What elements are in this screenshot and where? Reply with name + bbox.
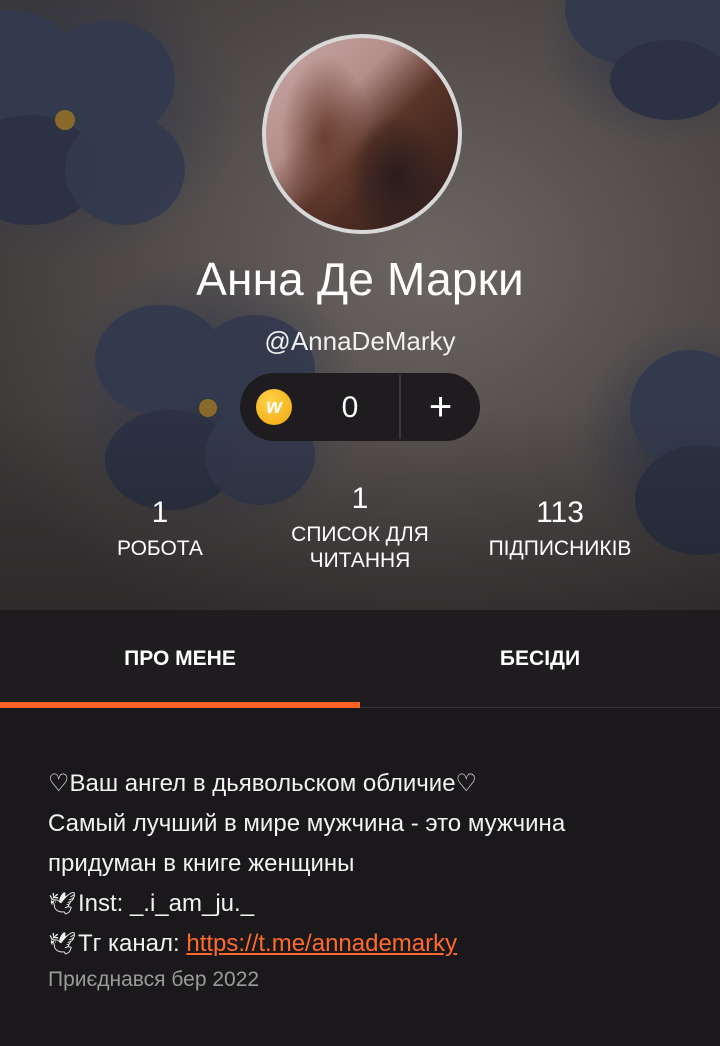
plus-icon: +: [428, 384, 453, 429]
stat-label: ПІДПИСНИКІВ: [488, 537, 632, 560]
stat-label: СПИСОК ДЛЯ ЧИТАННЯ: [291, 523, 429, 572]
tab-about[interactable]: ПРО МЕНЕ: [0, 610, 360, 707]
joined-date: Приєднався бер 2022: [48, 968, 260, 991]
add-coins-button[interactable]: +: [401, 373, 480, 441]
bio-inst-line: 🕊Inst: _.i_am_ju._: [48, 884, 672, 924]
bio-telegram-line: 🕊Тг канал: https://t.me/annademarky: [48, 924, 672, 964]
bio-line: ♡Ваш ангел в дьявольском обличие♡: [48, 770, 478, 797]
dove-icon: 🕊: [48, 891, 76, 916]
stat-value: 1: [351, 482, 369, 515]
inst-text: Inst: _.i_am_ju._: [77, 890, 255, 917]
stat-value: 1: [151, 496, 169, 529]
flower-decoration: [0, 10, 185, 225]
profile-handle: @AnnaDeMarky: [264, 326, 456, 356]
coin-count: 0: [341, 391, 359, 424]
active-tab-indicator: [0, 702, 360, 708]
stat-works[interactable]: 1 РОБОТА: [60, 496, 260, 562]
flower-decoration: [565, 0, 720, 120]
profile-tabs: ПРО МЕНЕ БЕСІДИ: [0, 610, 720, 708]
tab-conversations[interactable]: БЕСІДИ: [360, 610, 720, 707]
telegram-label: Тг канал:: [77, 930, 187, 957]
bio-line: Самый лучший в мире мужчина - это мужчин…: [48, 810, 566, 877]
stat-reading-lists[interactable]: 1 СПИСОК ДЛЯ ЧИТАННЯ: [270, 482, 450, 574]
telegram-link[interactable]: https://t.me/annademarky: [186, 930, 457, 957]
about-section: ♡Ваш ангел в дьявольском обличие♡ Самый …: [0, 708, 720, 992]
avatar[interactable]: [262, 34, 462, 234]
stat-followers[interactable]: 113 ПІДПИСНИКІВ: [460, 496, 660, 562]
coin-balance-pill: w 0 +: [240, 373, 480, 441]
wattpad-coin-icon: w: [256, 389, 292, 425]
stat-label: РОБОТА: [117, 537, 203, 560]
stat-value: 113: [536, 496, 584, 529]
profile-name: Анна Де Марки: [196, 253, 524, 305]
profile-header: Анна Де Марки @AnnaDeMarky w 0 + 1 РОБОТ…: [0, 0, 720, 610]
dove-icon: 🕊: [48, 931, 76, 956]
